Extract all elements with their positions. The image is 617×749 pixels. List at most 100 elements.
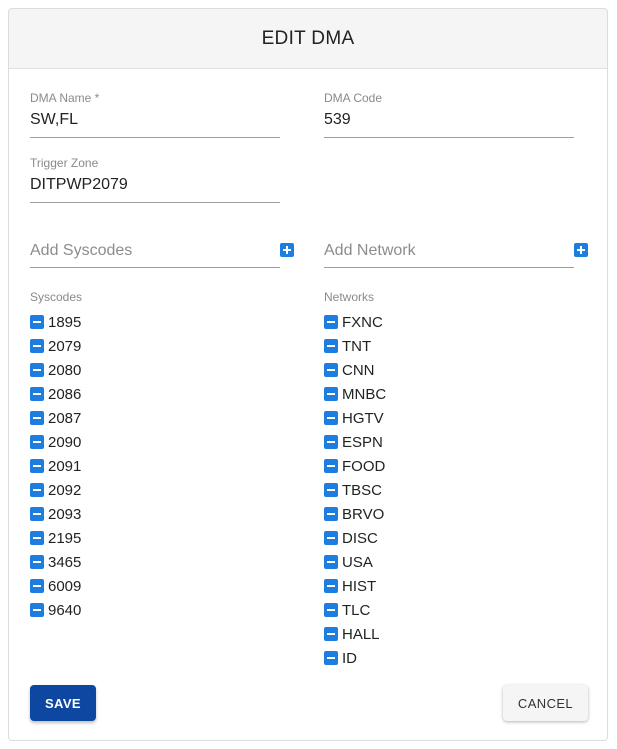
syscode-item: 2090 (30, 430, 280, 454)
add-syscode-button[interactable] (280, 243, 294, 257)
network-item: TBSC (324, 478, 574, 502)
trigger-zone-label: Trigger Zone (30, 156, 99, 170)
network-item-label: USA (342, 553, 373, 571)
dma-code-label: DMA Code (324, 91, 383, 105)
trigger-zone-field[interactable]: Trigger Zone DITPWP2079 (30, 156, 280, 203)
trigger-zone-underline (30, 202, 280, 203)
syscodes-header: Syscodes (30, 290, 83, 304)
network-item: BRVO (324, 502, 574, 526)
add-network-input[interactable]: Add Network (324, 241, 574, 261)
syscode-item-label: 6009 (48, 577, 82, 595)
dma-code-input[interactable]: 539 (324, 110, 574, 130)
dma-name-label: DMA Name * (30, 91, 100, 105)
save-button[interactable]: SAVE (30, 685, 96, 721)
minus-square-icon[interactable] (30, 603, 44, 617)
network-item-label: MNBC (342, 385, 387, 403)
trigger-zone-input[interactable]: DITPWP2079 (30, 175, 280, 195)
minus-square-icon[interactable] (324, 579, 338, 593)
syscode-item-label: 2195 (48, 529, 82, 547)
network-item: FOOD (324, 454, 574, 478)
network-item: TNT (324, 334, 574, 358)
network-item-label: TBSC (342, 481, 383, 499)
add-network-underline (324, 267, 574, 268)
network-item-label: FOOD (342, 457, 386, 475)
minus-square-icon[interactable] (324, 627, 338, 641)
network-item-label: FXNC (342, 313, 383, 331)
syscode-item: 1895 (30, 310, 280, 334)
network-item: HALL (324, 622, 574, 646)
dma-code-field[interactable]: DMA Code 539 (324, 91, 574, 138)
add-syscodes-input[interactable]: Add Syscodes (30, 241, 280, 261)
syscode-item: 2086 (30, 382, 280, 406)
minus-square-icon[interactable] (30, 363, 44, 377)
network-item: TLC (324, 598, 574, 622)
minus-square-icon[interactable] (324, 507, 338, 521)
minus-square-icon[interactable] (30, 555, 44, 569)
network-item-label: HGTV (342, 409, 384, 427)
network-item-label: DISC (342, 529, 378, 547)
minus-square-icon[interactable] (324, 531, 338, 545)
network-item-label: ID (342, 649, 357, 667)
minus-square-icon[interactable] (30, 507, 44, 521)
network-item: HGTV (324, 406, 574, 430)
syscode-item-label: 2086 (48, 385, 82, 403)
networks-header: Networks (324, 290, 375, 304)
syscode-item: 6009 (30, 574, 280, 598)
network-item-label: HALL (342, 625, 380, 643)
syscode-item: 9640 (30, 598, 280, 622)
network-item: DISC (324, 526, 574, 550)
network-item: USA (324, 550, 574, 574)
minus-square-icon[interactable] (30, 315, 44, 329)
network-item-label: TLC (342, 601, 371, 619)
cancel-button[interactable]: CANCEL (503, 685, 588, 721)
network-item: ID (324, 646, 574, 670)
minus-square-icon[interactable] (30, 531, 44, 545)
minus-square-icon[interactable] (324, 387, 338, 401)
minus-square-icon[interactable] (324, 651, 338, 665)
syscode-item-label: 2080 (48, 361, 82, 379)
minus-square-icon[interactable] (324, 459, 338, 473)
minus-square-icon[interactable] (30, 387, 44, 401)
network-item: CNN (324, 358, 574, 382)
network-item: ESPN (324, 430, 574, 454)
syscode-item-label: 9640 (48, 601, 82, 619)
syscode-item-label: 2092 (48, 481, 82, 499)
syscode-item-label: 3465 (48, 553, 82, 571)
minus-square-icon[interactable] (324, 411, 338, 425)
dma-name-input[interactable]: SW,FL (30, 110, 280, 130)
dma-name-underline (30, 137, 280, 138)
minus-square-icon[interactable] (30, 339, 44, 353)
add-network-field[interactable]: Add Network (324, 241, 574, 268)
network-item-label: ESPN (342, 433, 383, 451)
edit-dma-dialog: EDIT DMA DMA Name * SW,FL DMA Code 539 T… (8, 8, 608, 741)
minus-square-icon[interactable] (30, 483, 44, 497)
dialog-header: EDIT DMA (9, 9, 607, 69)
minus-square-icon[interactable] (324, 339, 338, 353)
dma-code-underline (324, 137, 574, 138)
add-syscodes-field[interactable]: Add Syscodes (30, 241, 280, 268)
syscode-item: 2195 (30, 526, 280, 550)
minus-square-icon[interactable] (30, 435, 44, 449)
minus-square-icon[interactable] (30, 459, 44, 473)
minus-square-icon[interactable] (324, 483, 338, 497)
syscodes-list: Syscodes 1895 2079 2080 2086 2087 2090 2091 209… (30, 290, 280, 622)
network-item-label: TNT (342, 337, 372, 355)
minus-square-icon[interactable] (30, 411, 44, 425)
syscode-item-label: 2093 (48, 505, 82, 523)
network-item-label: HIST (342, 577, 377, 595)
syscode-item-label: 2090 (48, 433, 82, 451)
syscode-item: 2080 (30, 358, 280, 382)
network-item-label: CNN (342, 361, 375, 379)
minus-square-icon[interactable] (324, 555, 338, 569)
minus-square-icon[interactable] (324, 435, 338, 449)
minus-square-icon[interactable] (324, 363, 338, 377)
syscode-item: 2091 (30, 454, 280, 478)
minus-square-icon[interactable] (30, 579, 44, 593)
network-item: FXNC (324, 310, 574, 334)
syscode-item-label: 2091 (48, 457, 82, 475)
syscode-item-label: 2087 (48, 409, 82, 427)
minus-square-icon[interactable] (324, 603, 338, 617)
minus-square-icon[interactable] (324, 315, 338, 329)
add-network-button[interactable] (574, 243, 588, 257)
dma-name-field[interactable]: DMA Name * SW,FL (30, 91, 280, 138)
